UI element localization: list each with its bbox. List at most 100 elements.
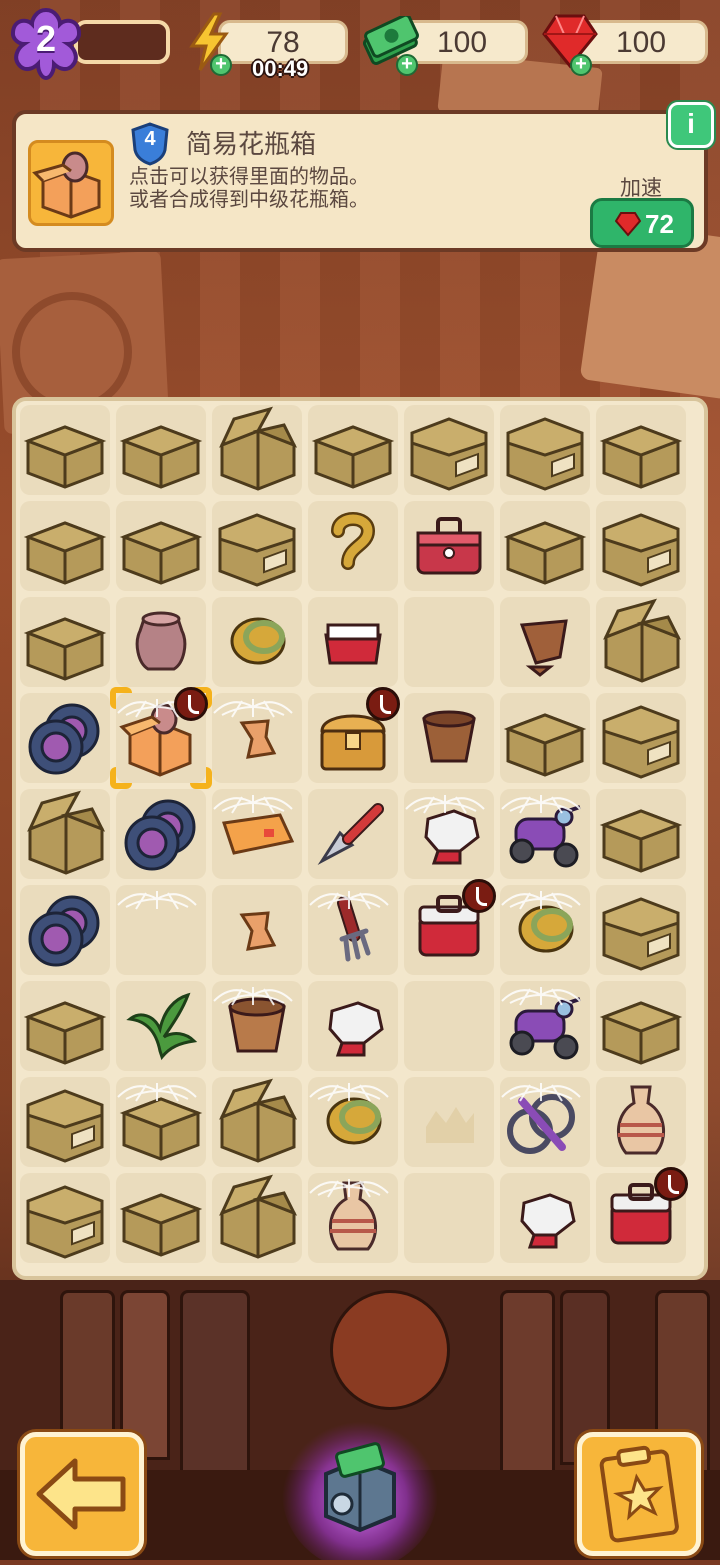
book: [500, 1290, 555, 1475]
box-label-icon: [410, 417, 488, 491]
board-cell-box-label[interactable]: [212, 501, 302, 591]
level-badge[interactable]: 2: [6, 4, 86, 82]
box-icon: [119, 1193, 203, 1257]
add-energy-icon[interactable]: +: [210, 54, 232, 76]
board-cell-glove[interactable]: [308, 981, 398, 1071]
board-cell-box[interactable]: [596, 981, 686, 1071]
selection-bracket: [110, 687, 132, 709]
board-cell-box-label[interactable]: [500, 405, 590, 495]
add-cash-icon[interactable]: +: [396, 54, 418, 76]
energy-timer: 00:49: [252, 56, 309, 81]
board-cell-red-tray[interactable]: [308, 597, 398, 687]
box-label-icon: [602, 513, 680, 587]
box-label-icon: [218, 513, 296, 587]
board-cell-box-label[interactable]: [596, 693, 686, 783]
board-cell-lasso[interactable]: [308, 1077, 398, 1167]
board-cell-scooter[interactable]: [500, 981, 590, 1071]
board-cell-toolbox-red[interactable]: [404, 879, 496, 975]
box-label-icon: [602, 897, 680, 971]
board-cell-jar[interactable]: [116, 597, 206, 687]
box-icon: [119, 521, 203, 585]
cobweb-icon: [117, 891, 197, 910]
speed-up-button[interactable]: 72: [590, 198, 694, 248]
board-cell-empty-leaf[interactable]: [404, 1077, 494, 1167]
board-cell-clay-pot[interactable]: [404, 693, 494, 783]
board-cell-lasso[interactable]: [212, 597, 302, 687]
board-cell-rope[interactable]: [308, 501, 398, 591]
info-icon[interactable]: i: [668, 102, 714, 148]
board-cell-toolbox[interactable]: [404, 501, 494, 591]
board-cell-glove[interactable]: [500, 1173, 590, 1263]
board-cell-empty[interactable]: [116, 885, 206, 975]
board-cell-cloth[interactable]: [212, 789, 302, 879]
board-cell-shard[interactable]: [212, 693, 302, 783]
board-cell-vase-crate[interactable]: [110, 687, 212, 789]
cash-safe-button[interactable]: [280, 1412, 440, 1565]
board-cell-box-label[interactable]: [404, 405, 494, 495]
board-cell-box[interactable]: [20, 981, 110, 1071]
board-cell-box-open[interactable]: [596, 597, 686, 687]
board-cell-empty[interactable]: [404, 981, 494, 1071]
cobweb-icon: [213, 987, 293, 1006]
board-cell-box[interactable]: [596, 405, 686, 495]
board-cell-box[interactable]: [20, 501, 110, 591]
board-cell-box[interactable]: [500, 501, 590, 591]
board-cell-box[interactable]: [116, 405, 206, 495]
board-cell-box[interactable]: [20, 597, 110, 687]
board-cell-box-label[interactable]: [20, 1173, 110, 1263]
board-cell-box-open[interactable]: [212, 405, 302, 495]
quest-button[interactable]: [577, 1432, 701, 1556]
wall-star-emblem: [12, 292, 132, 412]
cobweb-icon: [501, 795, 581, 814]
speed-up-cost: 72: [645, 209, 674, 239]
add-gems-icon[interactable]: +: [570, 54, 592, 76]
box-icon: [311, 425, 395, 489]
box-label-icon: [602, 705, 680, 779]
board-cell-box[interactable]: [116, 501, 206, 591]
board-cell-box[interactable]: [116, 1173, 206, 1263]
board-cell-box-open[interactable]: [20, 789, 110, 879]
board-cell-tires[interactable]: [20, 693, 110, 783]
board-cell-vase[interactable]: [596, 1077, 686, 1167]
board-cell-lasso[interactable]: [500, 885, 590, 975]
board-cell-box[interactable]: [500, 693, 590, 783]
board-cell-rake[interactable]: [308, 885, 398, 975]
empty-leaf-icon: [426, 1107, 474, 1143]
lasso-icon: [230, 617, 286, 665]
plant-icon: [126, 992, 198, 1061]
board-cell-flower-pot[interactable]: [212, 981, 302, 1071]
board-cell-empty[interactable]: [404, 597, 494, 687]
board-cell-toolbox-red[interactable]: [596, 1167, 688, 1263]
board-cell-bicycle[interactable]: [500, 1077, 590, 1167]
board-cell-box-label[interactable]: [596, 885, 686, 975]
board-cell-scooter[interactable]: [500, 789, 590, 879]
timer-clock-icon: [462, 879, 496, 913]
board-cell-tires[interactable]: [116, 789, 206, 879]
board-cell-vase[interactable]: [308, 1173, 398, 1263]
board-cell-empty[interactable]: [404, 1173, 494, 1263]
board-cell-box[interactable]: [596, 789, 686, 879]
trowel-icon: [317, 803, 384, 866]
board-cell-box-open[interactable]: [212, 1077, 302, 1167]
tires-icon: [28, 895, 100, 967]
board-cell-glove[interactable]: [404, 789, 494, 879]
timer-clock-icon: [174, 687, 208, 721]
box-icon: [23, 617, 107, 681]
item-desc-line1: 点击可以获得里面的物品。: [129, 166, 369, 188]
board-cell-trowel[interactable]: [308, 789, 398, 879]
back-button[interactable]: [20, 1432, 144, 1556]
board-cell-box[interactable]: [308, 405, 398, 495]
board-cell-shard[interactable]: [212, 885, 302, 975]
board-cell-box-label[interactable]: [20, 1077, 110, 1167]
jar-icon: [135, 611, 187, 671]
clay-pot-icon: [422, 710, 476, 763]
board-cell-box[interactable]: [20, 405, 110, 495]
board-cell-plant[interactable]: [116, 981, 206, 1071]
board-cell-broken-pot[interactable]: [500, 597, 590, 687]
board-cell-box[interactable]: [116, 1077, 206, 1167]
board-cell-box-open[interactable]: [212, 1173, 302, 1263]
board-cell-box-label[interactable]: [596, 501, 686, 591]
board-cell-tires[interactable]: [20, 885, 110, 975]
box-open-icon: [219, 1174, 298, 1259]
board-cell-chest[interactable]: [308, 687, 400, 783]
